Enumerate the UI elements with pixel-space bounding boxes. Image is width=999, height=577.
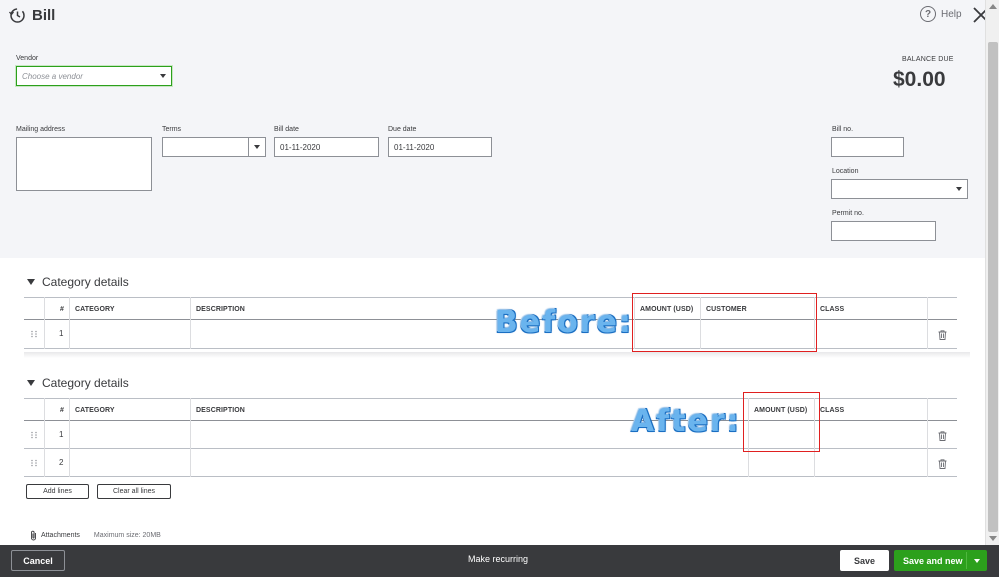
due-date-label: Due date bbox=[388, 126, 417, 133]
dropdown-separator bbox=[248, 138, 249, 156]
chevron-down-icon bbox=[254, 145, 260, 149]
column-divider bbox=[69, 398, 70, 477]
col-header-number: # bbox=[60, 306, 64, 313]
vertical-scrollbar[interactable] bbox=[985, 0, 999, 545]
header-bottom-border bbox=[24, 319, 957, 320]
col-header-number: # bbox=[60, 407, 64, 414]
before-highlight-box bbox=[632, 293, 817, 352]
column-divider bbox=[44, 297, 45, 349]
save-button[interactable]: Save bbox=[840, 550, 889, 571]
row-number: 1 bbox=[59, 430, 64, 439]
trash-icon[interactable] bbox=[938, 459, 947, 469]
section-divider bbox=[24, 352, 970, 358]
terms-label: Terms bbox=[162, 126, 182, 133]
scroll-thumb[interactable] bbox=[988, 42, 998, 532]
bill-date-value: 01-11-2020 bbox=[280, 142, 321, 152]
chevron-down-icon bbox=[956, 187, 962, 191]
column-divider bbox=[69, 297, 70, 349]
paperclip-icon bbox=[31, 530, 36, 541]
mailing-address-field[interactable] bbox=[16, 137, 152, 191]
vendor-label: Vendor bbox=[16, 55, 39, 62]
after-highlight-box bbox=[743, 392, 820, 452]
page-title: Bill bbox=[32, 6, 56, 24]
category-details-toggle-before[interactable]: Category details bbox=[27, 275, 129, 289]
row-border bbox=[24, 348, 957, 349]
row-border bbox=[24, 476, 957, 477]
table-top-border bbox=[24, 297, 957, 298]
add-lines-button[interactable]: Add lines bbox=[26, 484, 89, 499]
col-header-description: DESCRIPTION bbox=[196, 306, 245, 313]
recent-transactions-icon[interactable] bbox=[8, 6, 26, 24]
vendor-placeholder: Choose a vendor bbox=[22, 71, 83, 81]
column-divider bbox=[190, 297, 191, 349]
make-recurring-link[interactable]: Make recurring bbox=[468, 554, 528, 564]
help-button[interactable]: ? Help bbox=[920, 6, 962, 22]
attachments-row[interactable]: Attachments Maximum size: 20MB bbox=[30, 530, 161, 541]
section-title: Category details bbox=[42, 376, 129, 390]
terms-select[interactable] bbox=[162, 137, 266, 157]
scroll-down-icon[interactable] bbox=[989, 536, 997, 541]
help-icon: ? bbox=[920, 6, 936, 22]
drag-handle-icon[interactable] bbox=[30, 431, 38, 439]
cancel-button[interactable]: Cancel bbox=[11, 550, 65, 571]
title-row: Bill bbox=[8, 6, 55, 24]
trash-icon[interactable] bbox=[938, 431, 947, 441]
clear-all-lines-button[interactable]: Clear all lines bbox=[97, 484, 171, 499]
col-header-category: CATEGORY bbox=[75, 306, 115, 313]
caret-down-icon bbox=[27, 279, 35, 285]
vendor-select[interactable]: Choose a vendor bbox=[16, 66, 172, 86]
mailing-address-label: Mailing address bbox=[16, 126, 66, 133]
trash-icon[interactable] bbox=[938, 330, 947, 340]
column-divider bbox=[927, 297, 928, 349]
footer-bar: Cancel Make recurring Save Save and new bbox=[0, 545, 999, 577]
after-annotation: After: bbox=[631, 404, 741, 439]
balance-due-amount: $0.00 bbox=[893, 68, 946, 91]
scroll-up-icon[interactable] bbox=[989, 4, 997, 9]
bill-header: Bill ? Help Vendor Choose a vendor BALAN… bbox=[0, 0, 989, 258]
col-header-category: CATEGORY bbox=[75, 407, 115, 414]
chevron-down-icon[interactable] bbox=[974, 559, 980, 563]
balance-due-label: BALANCE DUE bbox=[902, 56, 954, 63]
column-divider bbox=[44, 398, 45, 477]
save-and-new-label: Save and new bbox=[903, 555, 963, 566]
location-select[interactable] bbox=[831, 179, 968, 199]
col-header-class: CLASS bbox=[820, 306, 845, 313]
column-divider bbox=[927, 398, 928, 477]
row-number: 1 bbox=[59, 329, 64, 338]
permit-no-label: Permit no. bbox=[832, 210, 864, 217]
column-divider bbox=[190, 398, 191, 477]
bill-no-label: Bill no. bbox=[832, 126, 854, 133]
row-number: 2 bbox=[59, 458, 64, 467]
location-label: Location bbox=[832, 168, 859, 175]
permit-no-field[interactable] bbox=[831, 221, 936, 241]
before-annotation: Before: bbox=[495, 305, 634, 340]
due-date-field[interactable]: 01-11-2020 bbox=[388, 137, 492, 157]
col-header-class: CLASS bbox=[820, 407, 845, 414]
drag-handle-icon[interactable] bbox=[30, 330, 38, 338]
due-date-value: 01-11-2020 bbox=[394, 142, 435, 152]
section-title: Category details bbox=[42, 275, 129, 289]
bill-date-label: Bill date bbox=[274, 126, 299, 133]
help-label: Help bbox=[941, 8, 962, 20]
split-button-divider bbox=[966, 552, 967, 569]
attachments-label: Attachments bbox=[41, 532, 80, 539]
drag-handle-icon[interactable] bbox=[30, 459, 38, 467]
bill-date-field[interactable]: 01-11-2020 bbox=[274, 137, 379, 157]
caret-down-icon bbox=[27, 380, 35, 386]
attachments-max-size: Maximum size: 20MB bbox=[93, 532, 161, 539]
col-header-description: DESCRIPTION bbox=[196, 407, 245, 414]
category-details-toggle-after[interactable]: Category details bbox=[27, 376, 129, 390]
bill-no-field[interactable] bbox=[831, 137, 904, 157]
chevron-down-icon bbox=[160, 74, 166, 78]
